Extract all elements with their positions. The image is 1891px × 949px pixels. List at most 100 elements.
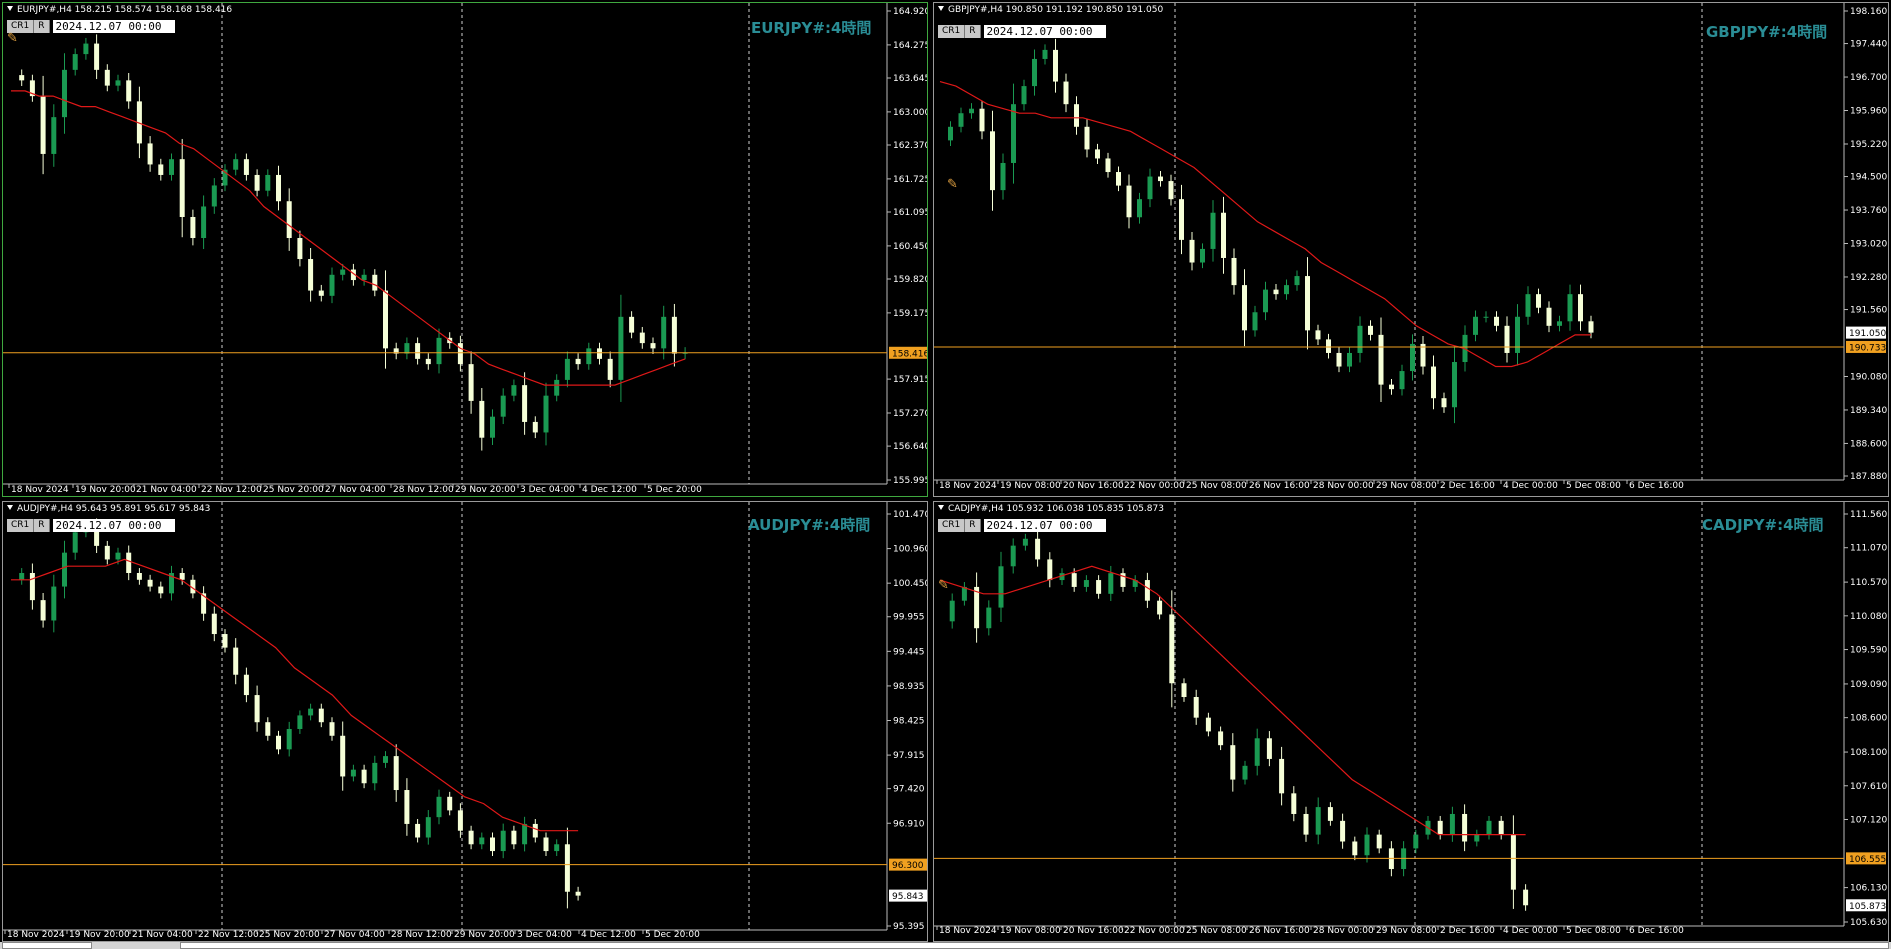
x-tick-label: 19 Nov 08:00: [1000, 926, 1061, 936]
candle-body: [158, 164, 164, 175]
y-tick-label: 97.420: [893, 785, 925, 795]
candle-body: [1376, 834, 1382, 849]
dropdown-triangle-icon[interactable]: [7, 505, 13, 510]
r-button[interactable]: R: [34, 20, 50, 33]
candle-body: [72, 54, 78, 70]
candle-body: [126, 552, 132, 574]
chart-tab-2[interactable]: [180, 942, 1889, 949]
date-box[interactable]: 2024.12.07 00:00: [52, 20, 175, 33]
candle-body: [383, 756, 388, 763]
candle-body: [1189, 239, 1195, 263]
r-button[interactable]: R: [965, 25, 981, 38]
candle-body: [1032, 58, 1037, 87]
price-chart-svg[interactable]: 164.920 164.275 163.645 163.000 162.370 161.7…: [3, 3, 928, 497]
x-tick-label: 29 Nov 20:00: [455, 485, 516, 495]
chart-panel-audjpy[interactable]: 101.470 100.960 100.450 99.955 99.445 98.935 9…: [2, 501, 928, 942]
candle-body: [1084, 126, 1090, 150]
candle-body: [94, 43, 100, 70]
y-tick-label: 187.880: [1850, 472, 1887, 482]
y-tick-label: 197.440: [1850, 40, 1887, 50]
price-chart-svg[interactable]: 111.560 111.070 110.570 110.080 109.590 109.0…: [934, 502, 1889, 942]
candle-body: [1486, 820, 1492, 835]
x-tick-label: 6 Dec 16:00: [1629, 926, 1684, 936]
x-tick-label: 19 Nov 20:00: [69, 930, 130, 940]
r-button[interactable]: R: [965, 519, 981, 532]
price-chart-svg[interactable]: 198.160 197.440 196.700 195.960 195.220 194.5…: [934, 3, 1889, 497]
candle-body: [361, 274, 367, 281]
x-tick-label: 18 Nov 2024: [939, 481, 997, 491]
candle-body: [40, 600, 46, 621]
candle-body: [1347, 352, 1352, 367]
candle-body: [126, 80, 132, 102]
y-tick-label: 99.445: [893, 647, 925, 657]
cr1-button[interactable]: CR1: [938, 25, 966, 38]
price-chart-svg[interactable]: 101.470 100.960 100.450 99.955 99.445 98.935 9…: [3, 502, 928, 942]
x-tick-label: 29 Nov 20:00: [454, 930, 515, 940]
candle-body: [276, 735, 281, 750]
current-price-label: 190.733: [1849, 343, 1886, 353]
last-price-label: 191.050: [1849, 329, 1886, 339]
candle-body: [1096, 580, 1102, 594]
candle-body: [969, 108, 974, 114]
candle-body: [29, 573, 35, 601]
candle-body: [500, 395, 506, 417]
candle-body: [1221, 212, 1226, 258]
candle-body: [19, 573, 25, 580]
crosshair-tool-icon[interactable]: ✎: [7, 31, 18, 46]
y-tick-label: 100.450: [893, 579, 928, 589]
candle-body: [179, 159, 185, 217]
candle-body: [554, 844, 560, 852]
x-tick-label: 19 Nov 08:00: [1000, 481, 1061, 491]
r-button[interactable]: R: [34, 519, 50, 532]
candle-body: [661, 316, 667, 349]
candle-body: [1042, 49, 1048, 59]
candle-body: [457, 810, 463, 831]
dropdown-triangle-icon[interactable]: [7, 6, 13, 11]
dropdown-triangle-icon[interactable]: [938, 505, 944, 510]
moving-average-line: [939, 81, 1591, 368]
candle-body: [147, 579, 153, 587]
candle-body: [297, 715, 303, 729]
moving-average-line: [11, 90, 686, 386]
candle-body: [1144, 580, 1150, 601]
candle-body: [243, 674, 249, 696]
y-tick-label: 190.080: [1850, 372, 1887, 382]
chart-panel-cadjpy[interactable]: 111.560 111.070 110.570 110.080 109.590 109.0…: [933, 501, 1889, 942]
candle-body: [500, 830, 506, 852]
candle-body: [554, 379, 560, 396]
candle-body: [1022, 538, 1028, 546]
candle-body: [1494, 316, 1499, 326]
candle-body: [1504, 325, 1510, 353]
date-box[interactable]: 2024.12.07 00:00: [52, 519, 175, 532]
y-tick-label: 109.590: [1850, 646, 1887, 656]
date-box[interactable]: 2024.12.07 00:00: [983, 25, 1106, 38]
chart-tab-1[interactable]: [2, 942, 92, 949]
date-box[interactable]: 2024.12.07 00:00: [983, 519, 1106, 532]
y-tick-label: 163.000: [893, 108, 928, 118]
x-tick-label: 28 Nov 00:00: [1313, 926, 1374, 936]
dropdown-triangle-icon[interactable]: [938, 6, 944, 11]
cr1-button[interactable]: CR1: [7, 519, 35, 532]
y-tick-label: 98.425: [893, 717, 925, 727]
x-tick-label: 21 Nov 04:00: [136, 485, 197, 495]
candle-body: [511, 830, 517, 845]
x-tick-label: 18 Nov 2024: [7, 930, 65, 940]
x-tick-label: 5 Dec 20:00: [645, 930, 700, 940]
y-tick-label: 111.560: [1850, 510, 1887, 520]
y-tick-label: 108.100: [1850, 748, 1887, 758]
candle-body: [350, 769, 356, 777]
y-tick-label: 188.600: [1850, 439, 1887, 449]
x-tick-label: 27 Nov 04:00: [325, 485, 386, 495]
chart-panel-eurjpy[interactable]: 164.920 164.275 163.645 163.000 162.370 161.7…: [2, 2, 928, 497]
crosshair-tool-icon[interactable]: ✎: [938, 578, 949, 593]
candle-body: [1389, 384, 1394, 390]
x-tick-label: 19 Nov 20:00: [75, 485, 136, 495]
cr1-button[interactable]: CR1: [938, 519, 966, 532]
candle-body: [1157, 600, 1163, 615]
candle-body: [490, 416, 495, 438]
crosshair-tool-icon[interactable]: ✎: [947, 177, 958, 192]
candle-body: [1047, 559, 1053, 581]
chart-watermark: EURJPY#:4時間: [751, 19, 872, 37]
candle-body: [1352, 841, 1358, 856]
chart-panel-gbpjpy[interactable]: 198.160 197.440 196.700 195.960 195.220 194.5…: [933, 2, 1889, 497]
